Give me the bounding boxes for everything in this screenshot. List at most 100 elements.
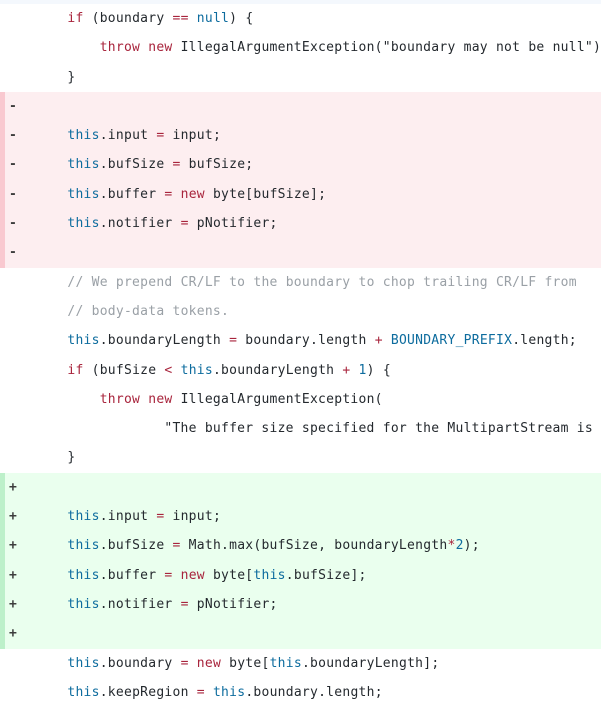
diff-line-deleted[interactable]: -: [0, 238, 601, 267]
code-token: (bufSize: [84, 363, 165, 378]
diff-marker: +: [5, 619, 35, 648]
diff-line-context[interactable]: if (boundary == null) {: [0, 4, 601, 33]
code-token: this: [181, 363, 213, 378]
diff-line-list[interactable]: if (boundary == null) { throw new Illega…: [0, 4, 601, 707]
code-token: [35, 157, 67, 172]
diff-marker: +: [5, 561, 35, 590]
code-token: new: [148, 40, 172, 55]
code-token: IllegalArgumentException("boundary may n…: [173, 40, 601, 55]
code-token: <: [164, 363, 172, 378]
diff-line-context[interactable]: // body-data tokens.: [0, 297, 601, 326]
code-token: [173, 568, 181, 583]
code-token: =: [181, 216, 189, 231]
code-token: );: [464, 538, 480, 553]
code-token: pNotifier;: [189, 597, 278, 612]
code-token: [35, 275, 67, 290]
diff-line-added[interactable]: +: [0, 473, 601, 502]
diff-code-text: this.boundary = new byte[this.boundaryLe…: [35, 649, 439, 678]
code-token: new: [181, 187, 205, 202]
diff-line-context[interactable]: this.boundary = new byte[this.boundaryLe…: [0, 649, 601, 678]
diff-line-added[interactable]: +: [0, 619, 601, 648]
code-token: =: [173, 538, 181, 553]
code-token: new: [181, 568, 205, 583]
diff-code-text: this.notifier = pNotifier;: [35, 209, 278, 238]
code-token: [35, 40, 100, 55]
code-token: [35, 363, 67, 378]
code-token: if: [67, 363, 83, 378]
code-token: [35, 216, 67, 231]
diff-line-context[interactable]: "The buffer size specified for the Multi…: [0, 414, 601, 443]
diff-code-text: if (boundary == null) {: [35, 4, 253, 33]
code-token: .bufSize: [100, 538, 173, 553]
diff-code-text: }: [35, 443, 75, 472]
code-token: this: [67, 333, 99, 348]
diff-code-text: this.bufSize = Math.max(bufSize, boundar…: [35, 531, 480, 560]
diff-line-deleted[interactable]: -: [0, 92, 601, 121]
code-token: [35, 509, 67, 524]
code-token: input;: [164, 128, 221, 143]
diff-line-context[interactable]: this.boundaryLength = boundary.length + …: [0, 326, 601, 355]
code-token: throw: [100, 40, 140, 55]
diff-marker: +: [5, 473, 35, 502]
diff-line-context[interactable]: this.keepRegion = this.boundary.length;: [0, 678, 601, 707]
code-token: [35, 11, 67, 26]
code-token: .notifier: [100, 216, 181, 231]
diff-code-text: this.notifier = pNotifier;: [35, 590, 278, 619]
code-token: // body-data tokens.: [67, 304, 229, 319]
diff-line-context[interactable]: // We prepend CR/LF to the boundary to c…: [0, 268, 601, 297]
code-token: .notifier: [100, 597, 181, 612]
code-token: IllegalArgumentException(: [173, 392, 383, 407]
diff-marker: +: [5, 531, 35, 560]
code-token: [35, 333, 67, 348]
code-token: *: [447, 538, 455, 553]
code-diff-viewer[interactable]: if (boundary == null) { throw new Illega…: [0, 0, 601, 507]
code-token: this: [67, 216, 99, 231]
code-token: =: [164, 568, 172, 583]
diff-code-text: }: [35, 63, 75, 92]
code-token: [189, 656, 197, 671]
diff-line-added[interactable]: + this.bufSize = Math.max(bufSize, bound…: [0, 531, 601, 560]
code-token: byte[: [205, 568, 254, 583]
diff-line-added[interactable]: + this.buffer = new byte[this.bufSize];: [0, 561, 601, 590]
diff-code-text: this.buffer = new byte[this.bufSize];: [35, 561, 367, 590]
code-token: .boundary.length;: [245, 685, 382, 700]
code-token: this: [270, 656, 302, 671]
code-token: bufSize;: [181, 157, 254, 172]
diff-line-deleted[interactable]: - this.notifier = pNotifier;: [0, 209, 601, 238]
diff-marker: -: [5, 209, 35, 238]
code-token: [350, 363, 358, 378]
code-token: [35, 392, 100, 407]
diff-code-text: throw new IllegalArgumentException(: [35, 385, 383, 414]
code-token: 1: [359, 363, 367, 378]
code-token: =: [181, 597, 189, 612]
diff-line-deleted[interactable]: - this.bufSize = bufSize;: [0, 150, 601, 179]
code-token: .input: [100, 509, 157, 524]
code-token: =: [181, 656, 189, 671]
diff-line-deleted[interactable]: - this.input = input;: [0, 121, 601, 150]
code-token: this: [213, 685, 245, 700]
diff-line-context[interactable]: if (bufSize < this.boundaryLength + 1) {: [0, 356, 601, 385]
diff-line-added[interactable]: + this.notifier = pNotifier;: [0, 590, 601, 619]
diff-line-context[interactable]: }: [0, 63, 601, 92]
diff-code-text: this.bufSize = bufSize;: [35, 150, 253, 179]
code-token: this: [67, 128, 99, 143]
code-token: }: [35, 70, 75, 85]
diff-marker: -: [5, 238, 35, 267]
diff-line-context[interactable]: }: [0, 443, 601, 472]
code-token: new: [148, 392, 172, 407]
code-token: new: [197, 656, 221, 671]
diff-line-context[interactable]: throw new IllegalArgumentException("boun…: [0, 33, 601, 62]
code-token: Math.max(bufSize, boundaryLength: [181, 538, 448, 553]
code-token: this: [67, 568, 99, 583]
code-token: .buffer: [100, 568, 165, 583]
code-token: (boundary: [84, 11, 173, 26]
diff-marker: -: [5, 150, 35, 179]
diff-line-deleted[interactable]: - this.buffer = new byte[bufSize];: [0, 180, 601, 209]
diff-marker: +: [5, 502, 35, 531]
code-token: this: [67, 538, 99, 553]
diff-code-text: this.boundaryLength = boundary.length + …: [35, 326, 577, 355]
diff-marker: -: [5, 180, 35, 209]
diff-line-added[interactable]: + this.input = input;: [0, 502, 601, 531]
diff-line-context[interactable]: throw new IllegalArgumentException(: [0, 385, 601, 414]
code-token: [35, 597, 67, 612]
